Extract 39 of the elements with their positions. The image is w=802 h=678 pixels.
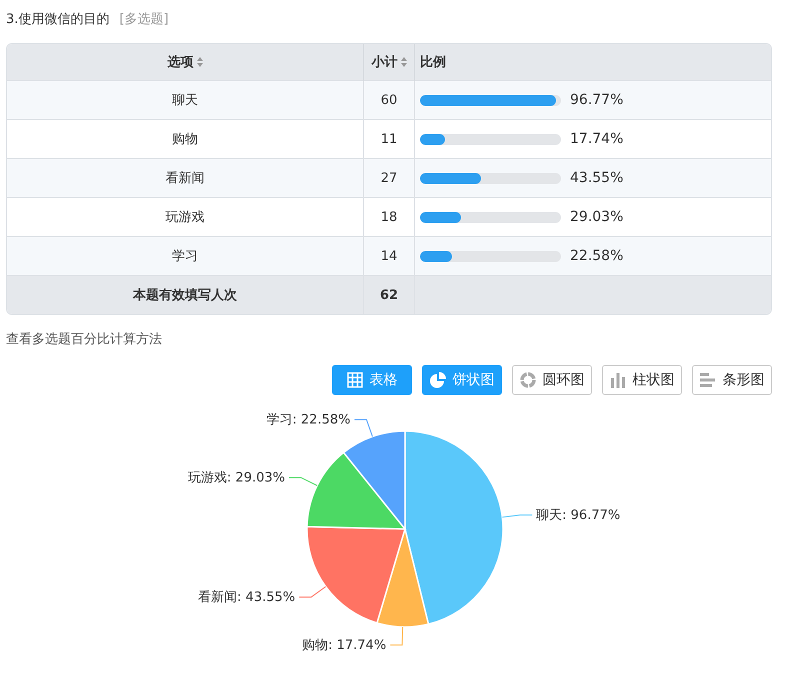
table-cell: 聊天 (7, 80, 364, 120)
leader-line (390, 626, 404, 646)
table-cell: 62 (364, 276, 414, 314)
percent-text: 22.58% (570, 248, 624, 264)
view-button[interactable]: 柱状图 (602, 365, 682, 395)
question-type-tag: [多选题] (119, 10, 169, 28)
horizontal-bar-icon (700, 372, 716, 388)
bar-chart-icon (610, 372, 626, 388)
percent-text: 17.74% (570, 131, 624, 147)
view-button[interactable]: 圆环图 (512, 365, 592, 395)
slice-label: 玩游戏: 29.03% (188, 470, 286, 486)
sort-icon[interactable] (400, 57, 406, 67)
percent-text: 96.77% (570, 92, 624, 108)
help-link[interactable]: 查看多选题百分比计算方法 (6, 330, 772, 348)
column-title: 选项 (168, 54, 194, 71)
column-title: 小计 (372, 54, 398, 71)
column-title: 比例 (420, 54, 446, 71)
leader-line (354, 419, 373, 438)
table-cell: 27 (364, 158, 414, 198)
donut-chart-icon (520, 372, 536, 388)
slice-label: 学习: 22.58% (266, 412, 350, 428)
view-button[interactable]: 条形图 (692, 365, 772, 395)
leader-line (288, 477, 318, 486)
table-cell: 学习 (7, 236, 364, 276)
percent-text: 29.03% (570, 209, 624, 225)
leader-line (298, 586, 326, 598)
table-cell: 60 (364, 80, 414, 120)
percent-text: 43.55% (570, 170, 624, 186)
table-cell: 看新闻 (7, 158, 364, 198)
leader-line (502, 514, 533, 518)
question-title: 3.使用微信的目的 (6, 11, 110, 28)
slice-label: 购物: 17.74% (302, 638, 386, 653)
table-cell: 本题有效填写人次 (7, 276, 364, 314)
slice-label: 看新闻: 43.55% (198, 590, 296, 606)
sort-icon[interactable] (196, 57, 202, 67)
table-cell: 14 (364, 236, 414, 276)
table-icon (346, 372, 362, 388)
slice-label: 聊天: 96.77% (536, 508, 620, 524)
pie-chart-icon (430, 372, 446, 388)
